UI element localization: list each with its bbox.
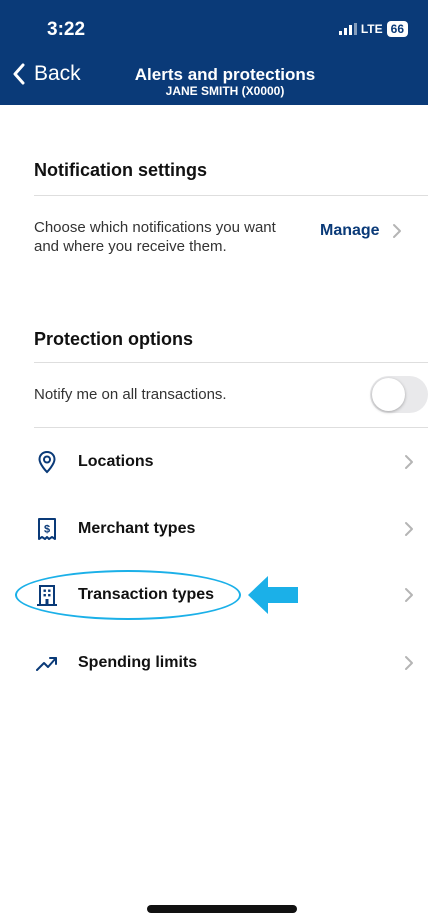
- divider: [34, 195, 428, 196]
- protection-item-label: Merchant types: [78, 520, 196, 537]
- signal-icon: [338, 23, 357, 35]
- top-bar: 3:22 LTE 66 Back Alerts and protections …: [0, 0, 428, 105]
- chevron-left-icon: [13, 63, 25, 85]
- divider: [34, 427, 428, 428]
- protection-item-label: Spending limits: [78, 654, 198, 671]
- pointer-arrow-icon: [248, 576, 298, 614]
- status-indicators: LTE 66: [338, 21, 408, 37]
- chevron-right-icon: [405, 588, 413, 602]
- page-title-text: Alerts and protections: [134, 65, 316, 84]
- battery-icon: 66: [386, 21, 408, 37]
- account-subtitle: JANE SMITH (X0000): [165, 84, 285, 98]
- network-label: LTE: [360, 22, 383, 36]
- chevron-right-icon: [405, 656, 413, 670]
- protection-options-heading: Protection options: [34, 329, 193, 349]
- svg-text:$: $: [44, 524, 50, 536]
- chevron-right-icon: [392, 224, 401, 238]
- home-indicator: [147, 905, 297, 913]
- divider: [34, 362, 428, 363]
- protection-item-merchant-types[interactable]: $ Merchant types: [0, 509, 428, 549]
- protection-item-label: Locations: [78, 453, 154, 470]
- protection-item-locations[interactable]: Locations: [0, 442, 428, 482]
- toggle-knob: [372, 378, 405, 411]
- chevron-right-icon: [405, 522, 413, 536]
- notify-all-label: Notify me on all transactions.: [34, 386, 227, 403]
- location-pin-icon: [38, 450, 56, 474]
- highlight-ellipse: [15, 570, 241, 620]
- notification-settings-heading: Notification settings: [34, 160, 208, 180]
- notification-description: Choose which notifications you want and …: [34, 219, 276, 255]
- page-title: Alerts and protections JANE SMITH (X0000…: [130, 65, 320, 99]
- chevron-right-icon: [405, 455, 413, 469]
- manage-button[interactable]: Manage: [320, 222, 402, 240]
- trend-up-icon: [36, 657, 57, 671]
- notify-all-toggle[interactable]: [370, 376, 428, 413]
- protection-item-spending-limits[interactable]: Spending limits: [0, 643, 428, 683]
- receipt-dollar-icon: $: [38, 518, 56, 540]
- manage-label: Manage: [320, 222, 380, 239]
- back-button[interactable]: Back: [12, 62, 81, 86]
- status-time: 3:22: [47, 19, 86, 40]
- back-label: Back: [34, 62, 81, 85]
